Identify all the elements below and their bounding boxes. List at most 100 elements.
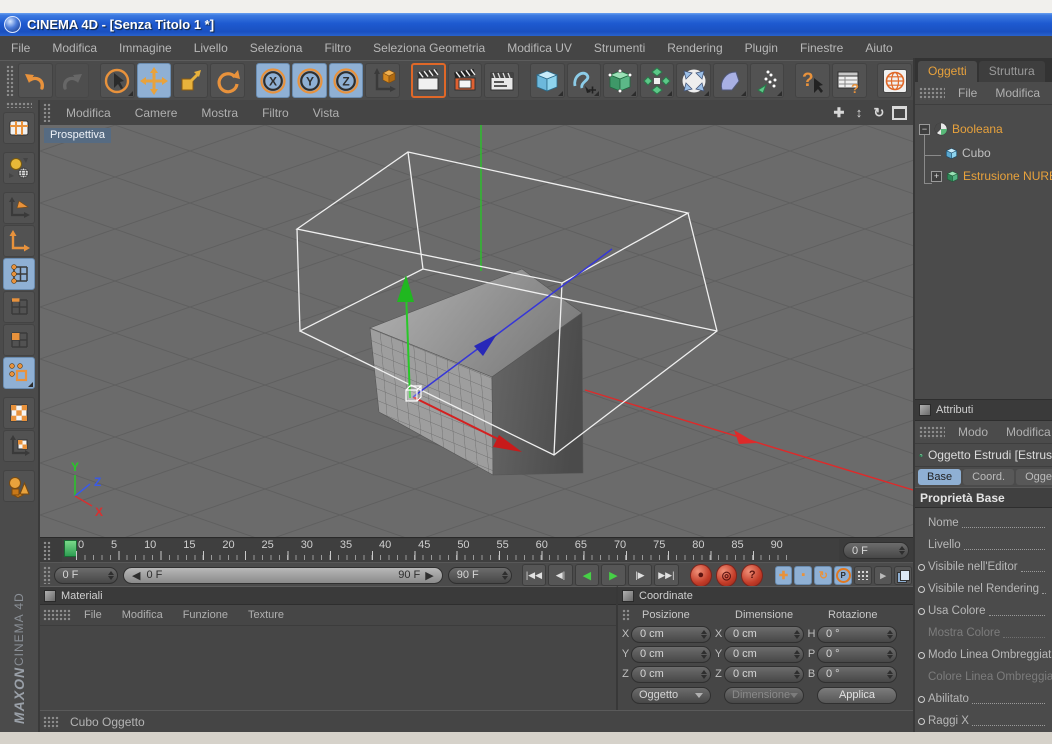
panel-icon[interactable] bbox=[919, 404, 931, 416]
attributes-menu-item[interactable]: Modifica bbox=[997, 425, 1052, 439]
object-manager-grip[interactable] bbox=[919, 87, 945, 100]
menu-item[interactable]: Modifica UV bbox=[496, 41, 583, 55]
attributes-menu-item[interactable]: Modo bbox=[949, 425, 997, 439]
texture-axis-mode-button[interactable] bbox=[3, 430, 35, 462]
spinner[interactable] bbox=[887, 630, 893, 639]
menu-item[interactable]: Aiuto bbox=[854, 41, 903, 55]
property-row[interactable]: Modo Linea Ombreggiata bbox=[915, 644, 1052, 666]
transport-grip[interactable] bbox=[43, 566, 51, 585]
preview-range-slider[interactable]: ◀ 0 F 90 F ▶ bbox=[123, 567, 443, 584]
attribute-tab[interactable]: Coord. bbox=[963, 469, 1014, 485]
end-frame-field[interactable]: 90 F bbox=[448, 567, 513, 584]
camera-label[interactable]: Prospettiva bbox=[44, 128, 111, 143]
property-row[interactable]: Livello bbox=[915, 534, 1052, 556]
points-mode-button[interactable] bbox=[3, 258, 35, 290]
spinner[interactable] bbox=[108, 571, 114, 580]
object-selection-button[interactable] bbox=[3, 470, 35, 502]
menu-item[interactable]: Livello bbox=[183, 41, 239, 55]
object-mode-dropdown[interactable]: Oggetto bbox=[631, 687, 711, 704]
texture-mode-button[interactable] bbox=[3, 397, 35, 429]
keyframe-dot[interactable] bbox=[918, 652, 928, 659]
materials-menu-item[interactable]: Texture bbox=[238, 609, 294, 621]
ruler-grip[interactable] bbox=[43, 541, 51, 561]
status-grip[interactable] bbox=[43, 716, 59, 729]
lock-z-axis-button[interactable]: Z bbox=[329, 63, 364, 98]
pan-view-icon[interactable]: ✚ bbox=[831, 105, 847, 121]
property-row[interactable]: Visibile nell'Editor bbox=[915, 556, 1052, 578]
panel-icon[interactable] bbox=[622, 590, 634, 602]
slider-right-arrow[interactable]: ▶ bbox=[425, 569, 433, 582]
spinner[interactable] bbox=[701, 670, 707, 679]
edges-mode-button[interactable] bbox=[3, 291, 35, 323]
property-row[interactable]: Usa Colore bbox=[915, 600, 1052, 622]
particles-button[interactable] bbox=[750, 63, 785, 98]
viewport-menu-item[interactable]: Mostra bbox=[189, 106, 250, 120]
rotate-view-icon[interactable]: ↻ bbox=[871, 105, 887, 121]
attribute-tab[interactable]: Oggetto bbox=[1016, 469, 1052, 485]
spline-button[interactable] bbox=[567, 63, 602, 98]
materials-list-area[interactable] bbox=[40, 626, 616, 712]
spinner[interactable] bbox=[887, 650, 893, 659]
rotate-button[interactable] bbox=[210, 63, 245, 98]
spinner[interactable] bbox=[899, 546, 905, 555]
apply-button[interactable]: Applica bbox=[817, 687, 897, 704]
viewport[interactable]: Prospettiva bbox=[40, 125, 913, 537]
render-picture-viewer-button[interactable] bbox=[448, 63, 483, 98]
spinner[interactable] bbox=[794, 630, 800, 639]
polygons-mode-button[interactable] bbox=[3, 324, 35, 356]
menu-item[interactable]: Modifica bbox=[41, 41, 108, 55]
viewport-menu-item[interactable]: Vista bbox=[301, 106, 351, 120]
spinner[interactable] bbox=[502, 571, 508, 580]
object-label[interactable]: Cubo bbox=[962, 146, 991, 160]
object-manager-menu-item[interactable]: Modifica bbox=[986, 86, 1049, 100]
keyframe-dot[interactable] bbox=[918, 718, 928, 725]
rail-grip[interactable] bbox=[6, 102, 33, 108]
expand-expander[interactable]: + bbox=[931, 171, 942, 182]
position-field[interactable]: 0 cm bbox=[631, 646, 711, 663]
rotation-field[interactable]: 0 ° bbox=[817, 626, 897, 643]
keyframe-dot[interactable] bbox=[918, 696, 928, 703]
viewport-grip[interactable] bbox=[43, 103, 51, 123]
ruler-frame-field[interactable]: 0 F bbox=[843, 542, 909, 559]
menu-item[interactable]: Plugin bbox=[734, 41, 789, 55]
autokey-button[interactable]: ◎ bbox=[716, 564, 738, 587]
keying-help-button[interactable]: ? bbox=[741, 564, 763, 587]
redo-button[interactable] bbox=[55, 63, 90, 98]
object-axis-mode-button[interactable] bbox=[3, 225, 35, 257]
object-manager-tab[interactable]: Oggetti bbox=[918, 61, 977, 82]
menu-item[interactable]: Filtro bbox=[313, 41, 362, 55]
title-bar[interactable]: CINEMA 4D - [Senza Titolo 1 *] bbox=[0, 13, 1052, 36]
property-row[interactable]: Raggi X bbox=[915, 710, 1052, 732]
panel-icon[interactable] bbox=[44, 590, 56, 602]
spinner[interactable] bbox=[794, 670, 800, 679]
rotation-key-button[interactable]: ↻ bbox=[814, 566, 832, 585]
nurbs-button[interactable] bbox=[603, 63, 638, 98]
move-button[interactable] bbox=[137, 63, 172, 98]
section-header[interactable]: Proprietà Base bbox=[915, 487, 1052, 508]
position-field[interactable]: 0 cm bbox=[631, 666, 711, 683]
object-label[interactable]: Booleana bbox=[952, 122, 1003, 136]
dimension-field[interactable]: 0 cm bbox=[724, 626, 804, 643]
spinner[interactable] bbox=[794, 650, 800, 659]
go-to-end-button[interactable]: ▶▶| bbox=[654, 564, 678, 586]
viewport-menu-item[interactable]: Modifica bbox=[54, 106, 123, 120]
render-settings-button[interactable] bbox=[484, 63, 519, 98]
convert-world-button[interactable] bbox=[3, 152, 35, 184]
viewport-menu-item[interactable]: Camere bbox=[123, 106, 190, 120]
object-manager-menu-item[interactable]: File bbox=[949, 86, 986, 100]
coordinates-grip[interactable] bbox=[622, 609, 630, 621]
attribute-tab[interactable]: Base bbox=[918, 469, 961, 485]
attribute-object-row[interactable]: Oggetto Estrudi [Estrus bbox=[915, 444, 1052, 467]
parameter-key-button[interactable]: P bbox=[834, 566, 852, 585]
property-row[interactable]: Colore Linea Ombreggiata bbox=[915, 666, 1052, 688]
timeline-ruler[interactable]: 051015202530354045505560657075808590 bbox=[62, 539, 839, 562]
deformer-button[interactable] bbox=[676, 63, 711, 98]
spinner[interactable] bbox=[701, 650, 707, 659]
menu-item[interactable]: Strumenti bbox=[583, 41, 656, 55]
help-button[interactable]: ? bbox=[795, 63, 830, 98]
keyframe-dot[interactable] bbox=[918, 586, 928, 593]
menu-item[interactable]: Immagine bbox=[108, 41, 183, 55]
auto-switch-mode-button[interactable] bbox=[3, 357, 35, 389]
position-key-button[interactable]: ✚ bbox=[775, 566, 793, 585]
undo-button[interactable] bbox=[18, 63, 53, 98]
